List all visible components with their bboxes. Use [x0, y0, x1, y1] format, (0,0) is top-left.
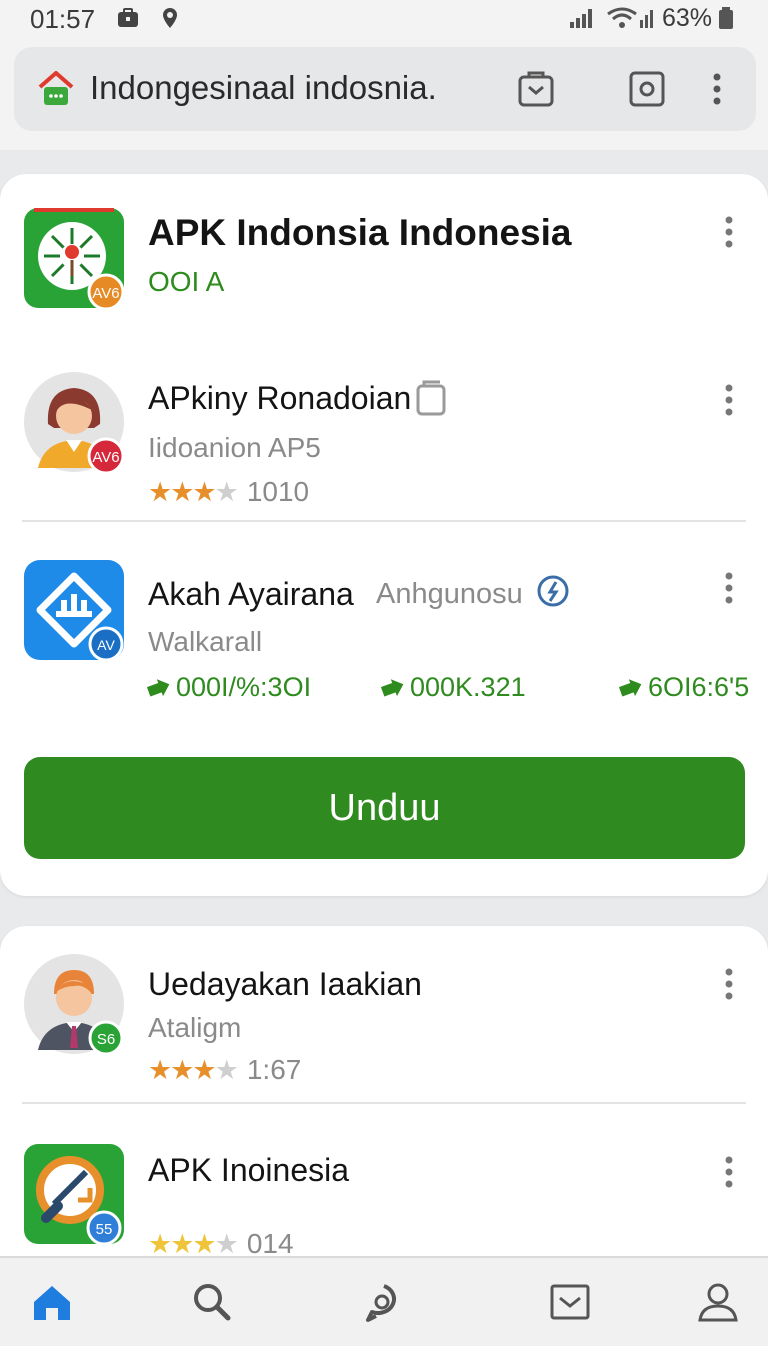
app-badge-text: AV6 — [92, 285, 119, 302]
app-subtitle: Ataligm — [148, 1012, 242, 1043]
briefcase-icon — [118, 8, 138, 27]
download-button[interactable]: Unduu — [24, 757, 745, 859]
list-item[interactable]: 55 APK Inoinesia ★★★★ 014 — [0, 1116, 768, 1266]
app-title[interactable]: APkiny Ronadoian — [148, 380, 411, 417]
status-time: 01:57 — [30, 4, 96, 34]
app-list-card-2: S6 Uedayakan Iaakian Ataligm ★★★★ 1:67 5… — [0, 926, 768, 1266]
app-title[interactable]: Akah Ayairana — [148, 576, 354, 613]
bottom-navigation — [0, 1256, 768, 1346]
list-item[interactable]: AV6 APkiny Ronadoian Iidoanion AP5 ★★★★ … — [0, 354, 768, 514]
wifi-icon — [607, 7, 653, 28]
app-badge-text: AV6 — [92, 449, 119, 466]
rating-count: 1:67 — [246, 1054, 302, 1085]
arrow-icon — [380, 678, 404, 696]
stat-value: 6OI6:6'5 — [648, 672, 750, 702]
home-icon[interactable] — [30, 1280, 74, 1324]
battery-percent: 63% — [662, 4, 713, 32]
app-list-card: AV6 APK Indonsia Indonesia OOI A AV6 APk… — [0, 174, 768, 896]
app-icon-gauge[interactable]: 55 — [24, 1144, 124, 1244]
download-stat: 6OI6:6'5 — [618, 672, 749, 703]
star-rating-icon: ★★★★ — [148, 1054, 239, 1085]
status-bar: 01:57 63% — [0, 0, 768, 40]
app-title[interactable]: APK Inoinesia — [148, 1152, 349, 1189]
url-text[interactable]: Indongesinaal indosnia. — [90, 69, 437, 107]
featured-app-subtitle: OOI A — [148, 266, 225, 297]
app-icon-tree[interactable]: AV6 — [24, 208, 124, 308]
top-bar: Indongesinaal indosnia. — [0, 40, 768, 150]
star-rating-icon: ★★★★ — [148, 476, 239, 507]
mail-icon[interactable] — [548, 1280, 592, 1324]
copy-icon[interactable] — [414, 380, 448, 418]
app-subtitle: Walkarall — [148, 626, 263, 657]
arrow-icon — [146, 678, 170, 696]
menu-icon[interactable] — [704, 67, 730, 111]
more-options-icon[interactable] — [717, 1154, 741, 1190]
stat-value: 000K.321 — [410, 672, 526, 702]
download-stat: 000K.321 — [380, 672, 526, 703]
search-icon[interactable] — [190, 1280, 234, 1324]
app-title[interactable]: Uedayakan Iaakian — [148, 966, 422, 1003]
download-stat: 000I/%:3OI — [146, 672, 311, 703]
verified-icon[interactable] — [536, 574, 570, 608]
app-icon-blue[interactable]: AV — [24, 560, 124, 660]
list-item[interactable]: S6 Uedayakan Iaakian Ataligm ★★★★ 1:67 — [0, 926, 768, 1102]
app-rating: ★★★★ 1010 — [148, 476, 309, 508]
app-subtitle: Iidoanion AP5 — [148, 432, 321, 463]
more-options-icon[interactable] — [717, 966, 741, 1002]
app-badge-text: AV — [97, 637, 115, 653]
avatar-woman-icon[interactable]: AV6 — [24, 372, 124, 472]
avatar-man-icon[interactable]: S6 — [24, 954, 124, 1054]
more-options-icon[interactable] — [717, 214, 741, 250]
stat-value: 000I/%:3OI — [176, 672, 312, 702]
divider — [22, 520, 746, 522]
location-icon — [163, 8, 177, 28]
divider — [22, 1102, 746, 1104]
list-item[interactable]: AV Akah Ayairana Anhgunosu Walkarall — [0, 534, 768, 734]
home-store-icon[interactable] — [36, 69, 76, 109]
battery-icon — [719, 7, 733, 29]
bag-icon[interactable] — [514, 67, 558, 111]
star-rating-icon: ★★★★ — [148, 1228, 239, 1259]
profile-icon[interactable] — [696, 1280, 740, 1324]
featured-app-row[interactable]: AV6 APK Indonsia Indonesia OOI A — [0, 174, 768, 334]
app-badge-text: 55 — [96, 1221, 113, 1238]
app-badge-text: S6 — [97, 1031, 115, 1048]
chat-icon[interactable] — [362, 1280, 406, 1324]
camera-icon[interactable] — [625, 67, 669, 111]
more-options-icon[interactable] — [717, 382, 741, 418]
signal-icon — [570, 9, 592, 28]
app-rating: ★★★★ 1:67 — [148, 1054, 301, 1086]
arrow-icon — [618, 678, 642, 696]
more-options-icon[interactable] — [717, 570, 741, 606]
featured-app-title[interactable]: APK Indonsia Indonesia — [148, 212, 572, 254]
address-bar[interactable]: Indongesinaal indosnia. — [14, 47, 756, 131]
app-tag: Anhgunosu — [376, 578, 523, 610]
rating-count: 1010 — [246, 476, 310, 507]
